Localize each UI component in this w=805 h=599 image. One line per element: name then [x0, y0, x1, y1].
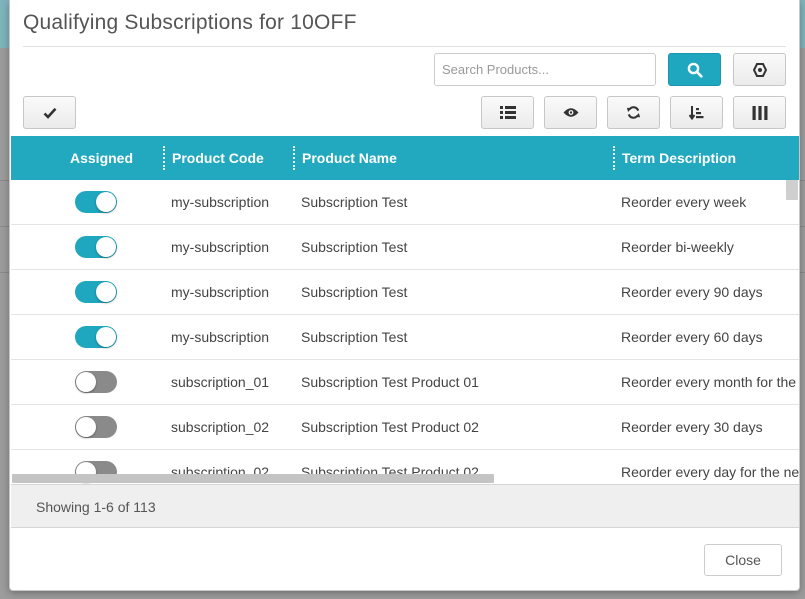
term-description-cell: Reorder bi-weekly [621, 239, 734, 255]
table-row: my-subscription Subscription Test Reorde… [11, 180, 799, 225]
toggle-knob [96, 192, 116, 212]
search-icon [687, 62, 703, 78]
term-description-cell: Reorder every day for the ne [621, 464, 800, 480]
product-code-cell: subscription_02 [171, 419, 270, 435]
assigned-toggle[interactable] [75, 371, 117, 393]
toggle-knob [76, 372, 96, 392]
sort-button[interactable] [670, 96, 723, 129]
product-name-cell: Subscription Test [301, 194, 408, 210]
refresh-icon [626, 105, 641, 120]
search-button[interactable] [668, 53, 721, 86]
search-input[interactable] [434, 53, 656, 86]
table-row: my-subscription Subscription Test Reorde… [11, 270, 799, 315]
sort-icon [689, 105, 704, 120]
view-button[interactable] [544, 96, 597, 129]
product-name-cell: Subscription Test Product 01 [301, 374, 479, 390]
horizontal-scrollbar[interactable] [12, 474, 494, 483]
vertical-scrollbar[interactable] [786, 180, 798, 200]
product-code-cell: my-subscription [171, 194, 270, 210]
select-all-button[interactable] [23, 96, 76, 129]
grid-footer: Showing 1-6 of 113 [11, 484, 799, 528]
assigned-toggle[interactable] [75, 191, 117, 213]
product-name-cell: Subscription Test Product 02 [301, 419, 479, 435]
column-header-term-description[interactable]: Term Description [622, 136, 736, 180]
toggle-knob [76, 417, 96, 437]
product-name-cell: Subscription Test [301, 284, 408, 300]
dialog-title: Qualifying Subscriptions for 10OFF [23, 11, 357, 34]
columns-icon [752, 105, 768, 120]
column-separator[interactable] [613, 146, 615, 170]
checkmark-icon [43, 107, 57, 119]
term-description-cell: Reorder every week [621, 194, 747, 210]
list-view-button[interactable] [481, 96, 534, 129]
toggle-knob [96, 327, 116, 347]
column-separator[interactable] [163, 146, 165, 170]
column-separator[interactable] [293, 146, 295, 170]
assigned-toggle[interactable] [75, 416, 117, 438]
product-code-cell: my-subscription [171, 329, 270, 345]
title-divider [23, 46, 786, 47]
assigned-toggle[interactable] [75, 326, 117, 348]
term-description-cell: Reorder every 60 days [621, 329, 763, 345]
column-header-assigned[interactable]: Assigned [70, 136, 133, 180]
pagination-summary: Showing 1-6 of 113 [36, 499, 156, 515]
product-name-cell: Subscription Test [301, 329, 408, 345]
close-button[interactable]: Close [704, 544, 782, 576]
column-header-product-code[interactable]: Product Code [172, 136, 264, 180]
refresh-button[interactable] [607, 96, 660, 129]
grid-header: Assigned Product Code Product Name Term … [11, 136, 799, 180]
table-row: subscription_02 Subscription Test Produc… [11, 405, 799, 450]
list-icon [499, 106, 516, 119]
term-description-cell: Reorder every 90 days [621, 284, 763, 300]
product-code-cell: my-subscription [171, 239, 270, 255]
eye-icon [563, 107, 579, 118]
table-row: my-subscription Subscription Test Reorde… [11, 225, 799, 270]
table-row: my-subscription Subscription Test Reorde… [11, 315, 799, 360]
columns-button[interactable] [733, 96, 786, 129]
product-name-cell: Subscription Test [301, 239, 408, 255]
gear-icon [752, 62, 767, 77]
assigned-toggle[interactable] [75, 281, 117, 303]
toggle-knob [96, 237, 116, 257]
qualifying-subscriptions-dialog: Qualifying Subscriptions for 10OFF Searc… [9, 0, 800, 591]
settings-button[interactable] [733, 53, 786, 86]
column-header-product-name[interactable]: Product Name [302, 136, 397, 180]
product-code-cell: my-subscription [171, 284, 270, 300]
table-row: subscription_01 Subscription Test Produc… [11, 360, 799, 405]
term-description-cell: Reorder every month for the [621, 374, 797, 390]
product-code-cell: subscription_01 [171, 374, 270, 390]
grid-body: my-subscription Subscription Test Reorde… [11, 180, 800, 484]
assigned-toggle[interactable] [75, 236, 117, 258]
term-description-cell: Reorder every 30 days [621, 419, 763, 435]
toggle-knob [96, 282, 116, 302]
